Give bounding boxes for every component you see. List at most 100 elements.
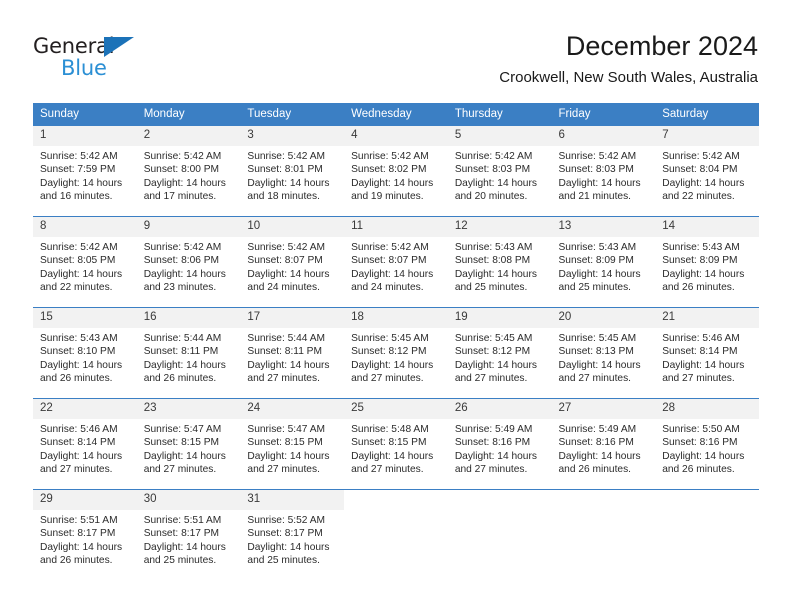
day-cell[interactable]: 12 Sunrise: 5:43 AM Sunset: 8:08 PM Dayl… (447, 216, 552, 308)
day-number: 16 (136, 308, 241, 328)
day-cell-inner: 21 Sunrise: 5:46 AM Sunset: 8:14 PM Dayl… (655, 308, 759, 398)
day-info: Sunrise: 5:43 AM Sunset: 8:10 PM Dayligh… (33, 328, 137, 385)
day-cell[interactable]: 29 Sunrise: 5:51 AM Sunset: 8:17 PM Dayl… (33, 489, 137, 580)
day-cell[interactable]: 17 Sunrise: 5:44 AM Sunset: 8:11 PM Dayl… (240, 307, 345, 399)
page-header: General Blue December 2024 Crookwell, Ne… (0, 0, 792, 100)
day-cell-inner (552, 490, 656, 580)
sunrise-text: Sunrise: 5:52 AM (247, 515, 325, 526)
sunset-text: Sunset: 8:02 PM (351, 164, 427, 176)
daylight-text-line2: and 24 minutes. (351, 281, 424, 293)
day-cell[interactable]: 13 Sunrise: 5:43 AM Sunset: 8:09 PM Dayl… (551, 216, 656, 308)
day-info: Sunrise: 5:44 AM Sunset: 8:11 PM Dayligh… (240, 328, 344, 385)
day-cell-inner (448, 490, 552, 580)
daylight-text-line1: Daylight: 14 hours (247, 268, 330, 280)
day-info: Sunrise: 5:42 AM Sunset: 8:05 PM Dayligh… (33, 237, 137, 294)
day-cell[interactable]: 4 Sunrise: 5:42 AM Sunset: 8:02 PM Dayli… (344, 125, 448, 217)
day-cell-inner: 23 Sunrise: 5:47 AM Sunset: 8:15 PM Dayl… (136, 399, 241, 489)
day-cell[interactable]: 31 Sunrise: 5:52 AM Sunset: 8:17 PM Dayl… (240, 489, 345, 580)
day-cell[interactable]: 25 Sunrise: 5:48 AM Sunset: 8:15 PM Dayl… (344, 398, 448, 490)
sunset-text: Sunset: 8:16 PM (662, 437, 738, 449)
day-cell[interactable]: 5 Sunrise: 5:42 AM Sunset: 8:03 PM Dayli… (447, 125, 552, 217)
day-cell[interactable]: 23 Sunrise: 5:47 AM Sunset: 8:15 PM Dayl… (136, 398, 241, 490)
day-cell-inner: 19 Sunrise: 5:45 AM Sunset: 8:12 PM Dayl… (447, 308, 552, 398)
sunset-text: Sunset: 8:03 PM (558, 164, 634, 176)
daylight-text-line2: and 27 minutes. (662, 372, 735, 384)
week-row: 15 Sunrise: 5:43 AM Sunset: 8:10 PM Dayl… (33, 307, 759, 399)
sunset-text: Sunset: 8:04 PM (662, 164, 738, 176)
day-number: 4 (344, 126, 448, 146)
day-cell[interactable]: 1 Sunrise: 5:42 AM Sunset: 7:59 PM Dayli… (33, 125, 137, 217)
day-cell-inner: 12 Sunrise: 5:43 AM Sunset: 8:08 PM Dayl… (447, 217, 552, 307)
week-row: 1 Sunrise: 5:42 AM Sunset: 7:59 PM Dayli… (33, 125, 759, 217)
day-cell[interactable]: 24 Sunrise: 5:47 AM Sunset: 8:15 PM Dayl… (240, 398, 345, 490)
logo-triangle-icon (104, 37, 134, 57)
daylight-text-line1: Daylight: 14 hours (558, 359, 641, 371)
daylight-text-line1: Daylight: 14 hours (454, 268, 537, 280)
daylight-text-line2: and 27 minutes. (40, 463, 113, 475)
daylight-text-line2: and 21 minutes. (558, 190, 632, 202)
day-cell[interactable]: 9 Sunrise: 5:42 AM Sunset: 8:06 PM Dayli… (136, 216, 241, 308)
day-number: 25 (344, 399, 448, 419)
day-cell[interactable]: 11 Sunrise: 5:42 AM Sunset: 8:07 PM Dayl… (344, 216, 448, 308)
daylight-text-line1: Daylight: 14 hours (662, 177, 745, 189)
day-cell[interactable]: 22 Sunrise: 5:46 AM Sunset: 8:14 PM Dayl… (33, 398, 137, 490)
sunrise-text: Sunrise: 5:42 AM (143, 151, 222, 162)
day-cell[interactable]: 2 Sunrise: 5:42 AM Sunset: 8:00 PM Dayli… (136, 125, 241, 217)
day-cell[interactable]: 30 Sunrise: 5:51 AM Sunset: 8:17 PM Dayl… (136, 489, 241, 580)
day-cell[interactable]: 19 Sunrise: 5:45 AM Sunset: 8:12 PM Dayl… (447, 307, 552, 399)
logo-text-blue: Blue (61, 56, 107, 80)
sunset-text: Sunset: 8:16 PM (454, 437, 531, 449)
sunrise-text: Sunrise: 5:42 AM (662, 151, 740, 162)
day-cell[interactable]: 20 Sunrise: 5:45 AM Sunset: 8:13 PM Dayl… (551, 307, 656, 399)
day-info: Sunrise: 5:45 AM Sunset: 8:12 PM Dayligh… (448, 328, 552, 385)
daylight-text-line1: Daylight: 14 hours (247, 541, 330, 553)
day-cell[interactable]: 16 Sunrise: 5:44 AM Sunset: 8:11 PM Dayl… (136, 307, 241, 399)
day-cell-inner: 25 Sunrise: 5:48 AM Sunset: 8:15 PM Dayl… (344, 399, 448, 489)
week-row: 22 Sunrise: 5:46 AM Sunset: 8:14 PM Dayl… (33, 398, 759, 490)
day-info: Sunrise: 5:43 AM Sunset: 8:09 PM Dayligh… (552, 237, 656, 294)
day-cell[interactable]: 15 Sunrise: 5:43 AM Sunset: 8:10 PM Dayl… (33, 307, 137, 399)
title-block: December 2024 Crookwell, New South Wales… (499, 30, 758, 88)
day-cell-empty (344, 489, 448, 580)
calendar-page: General Blue December 2024 Crookwell, Ne… (0, 0, 792, 612)
day-cell-inner: 14 Sunrise: 5:43 AM Sunset: 8:09 PM Dayl… (655, 217, 759, 307)
sunset-text: Sunset: 8:17 PM (143, 528, 220, 540)
day-cell[interactable]: 3 Sunrise: 5:42 AM Sunset: 8:01 PM Dayli… (240, 125, 345, 217)
logo-text-general: General (33, 34, 115, 58)
day-cell[interactable]: 28 Sunrise: 5:50 AM Sunset: 8:16 PM Dayl… (655, 398, 759, 490)
sunset-text: Sunset: 8:15 PM (351, 437, 427, 449)
day-cell[interactable]: 7 Sunrise: 5:42 AM Sunset: 8:04 PM Dayli… (655, 125, 759, 217)
day-cell[interactable]: 6 Sunrise: 5:42 AM Sunset: 8:03 PM Dayli… (551, 125, 656, 217)
day-cell[interactable]: 10 Sunrise: 5:42 AM Sunset: 8:07 PM Dayl… (240, 216, 345, 308)
day-cell[interactable]: 26 Sunrise: 5:49 AM Sunset: 8:16 PM Dayl… (447, 398, 552, 490)
daylight-text-line2: and 22 minutes. (40, 281, 113, 293)
day-info: Sunrise: 5:47 AM Sunset: 8:15 PM Dayligh… (137, 419, 241, 476)
day-cell-inner (344, 490, 448, 580)
sunset-text: Sunset: 8:14 PM (40, 437, 116, 449)
sunset-text: Sunset: 8:08 PM (454, 255, 531, 267)
daylight-text-line2: and 25 minutes. (247, 554, 320, 566)
day-cell-empty (551, 489, 656, 580)
day-number (448, 490, 552, 510)
day-cell[interactable]: 18 Sunrise: 5:45 AM Sunset: 8:12 PM Dayl… (344, 307, 448, 399)
day-cell[interactable]: 8 Sunrise: 5:42 AM Sunset: 8:05 PM Dayli… (33, 216, 137, 308)
sunrise-text: Sunrise: 5:42 AM (558, 151, 637, 162)
day-cell[interactable]: 14 Sunrise: 5:43 AM Sunset: 8:09 PM Dayl… (655, 216, 759, 308)
day-number: 12 (447, 217, 552, 237)
sunrise-text: Sunrise: 5:43 AM (40, 333, 118, 344)
sunrise-text: Sunrise: 5:43 AM (662, 242, 740, 253)
weekday-header-sunday: Sunday (33, 103, 137, 126)
daylight-text-line1: Daylight: 14 hours (143, 268, 226, 280)
daylight-text-line1: Daylight: 14 hours (40, 541, 123, 553)
daylight-text-line1: Daylight: 14 hours (247, 177, 330, 189)
daylight-text-line2: and 26 minutes. (40, 554, 113, 566)
day-cell-inner: 9 Sunrise: 5:42 AM Sunset: 8:06 PM Dayli… (136, 217, 241, 307)
daylight-text-line2: and 18 minutes. (247, 190, 320, 202)
daylight-text-line2: and 25 minutes. (143, 554, 217, 566)
day-number: 28 (655, 399, 759, 419)
sunrise-text: Sunrise: 5:46 AM (662, 333, 740, 344)
daylight-text-line2: and 26 minutes. (662, 281, 735, 293)
day-cell[interactable]: 21 Sunrise: 5:46 AM Sunset: 8:14 PM Dayl… (655, 307, 759, 399)
day-cell-inner: 4 Sunrise: 5:42 AM Sunset: 8:02 PM Dayli… (344, 126, 448, 216)
day-cell[interactable]: 27 Sunrise: 5:49 AM Sunset: 8:16 PM Dayl… (551, 398, 656, 490)
